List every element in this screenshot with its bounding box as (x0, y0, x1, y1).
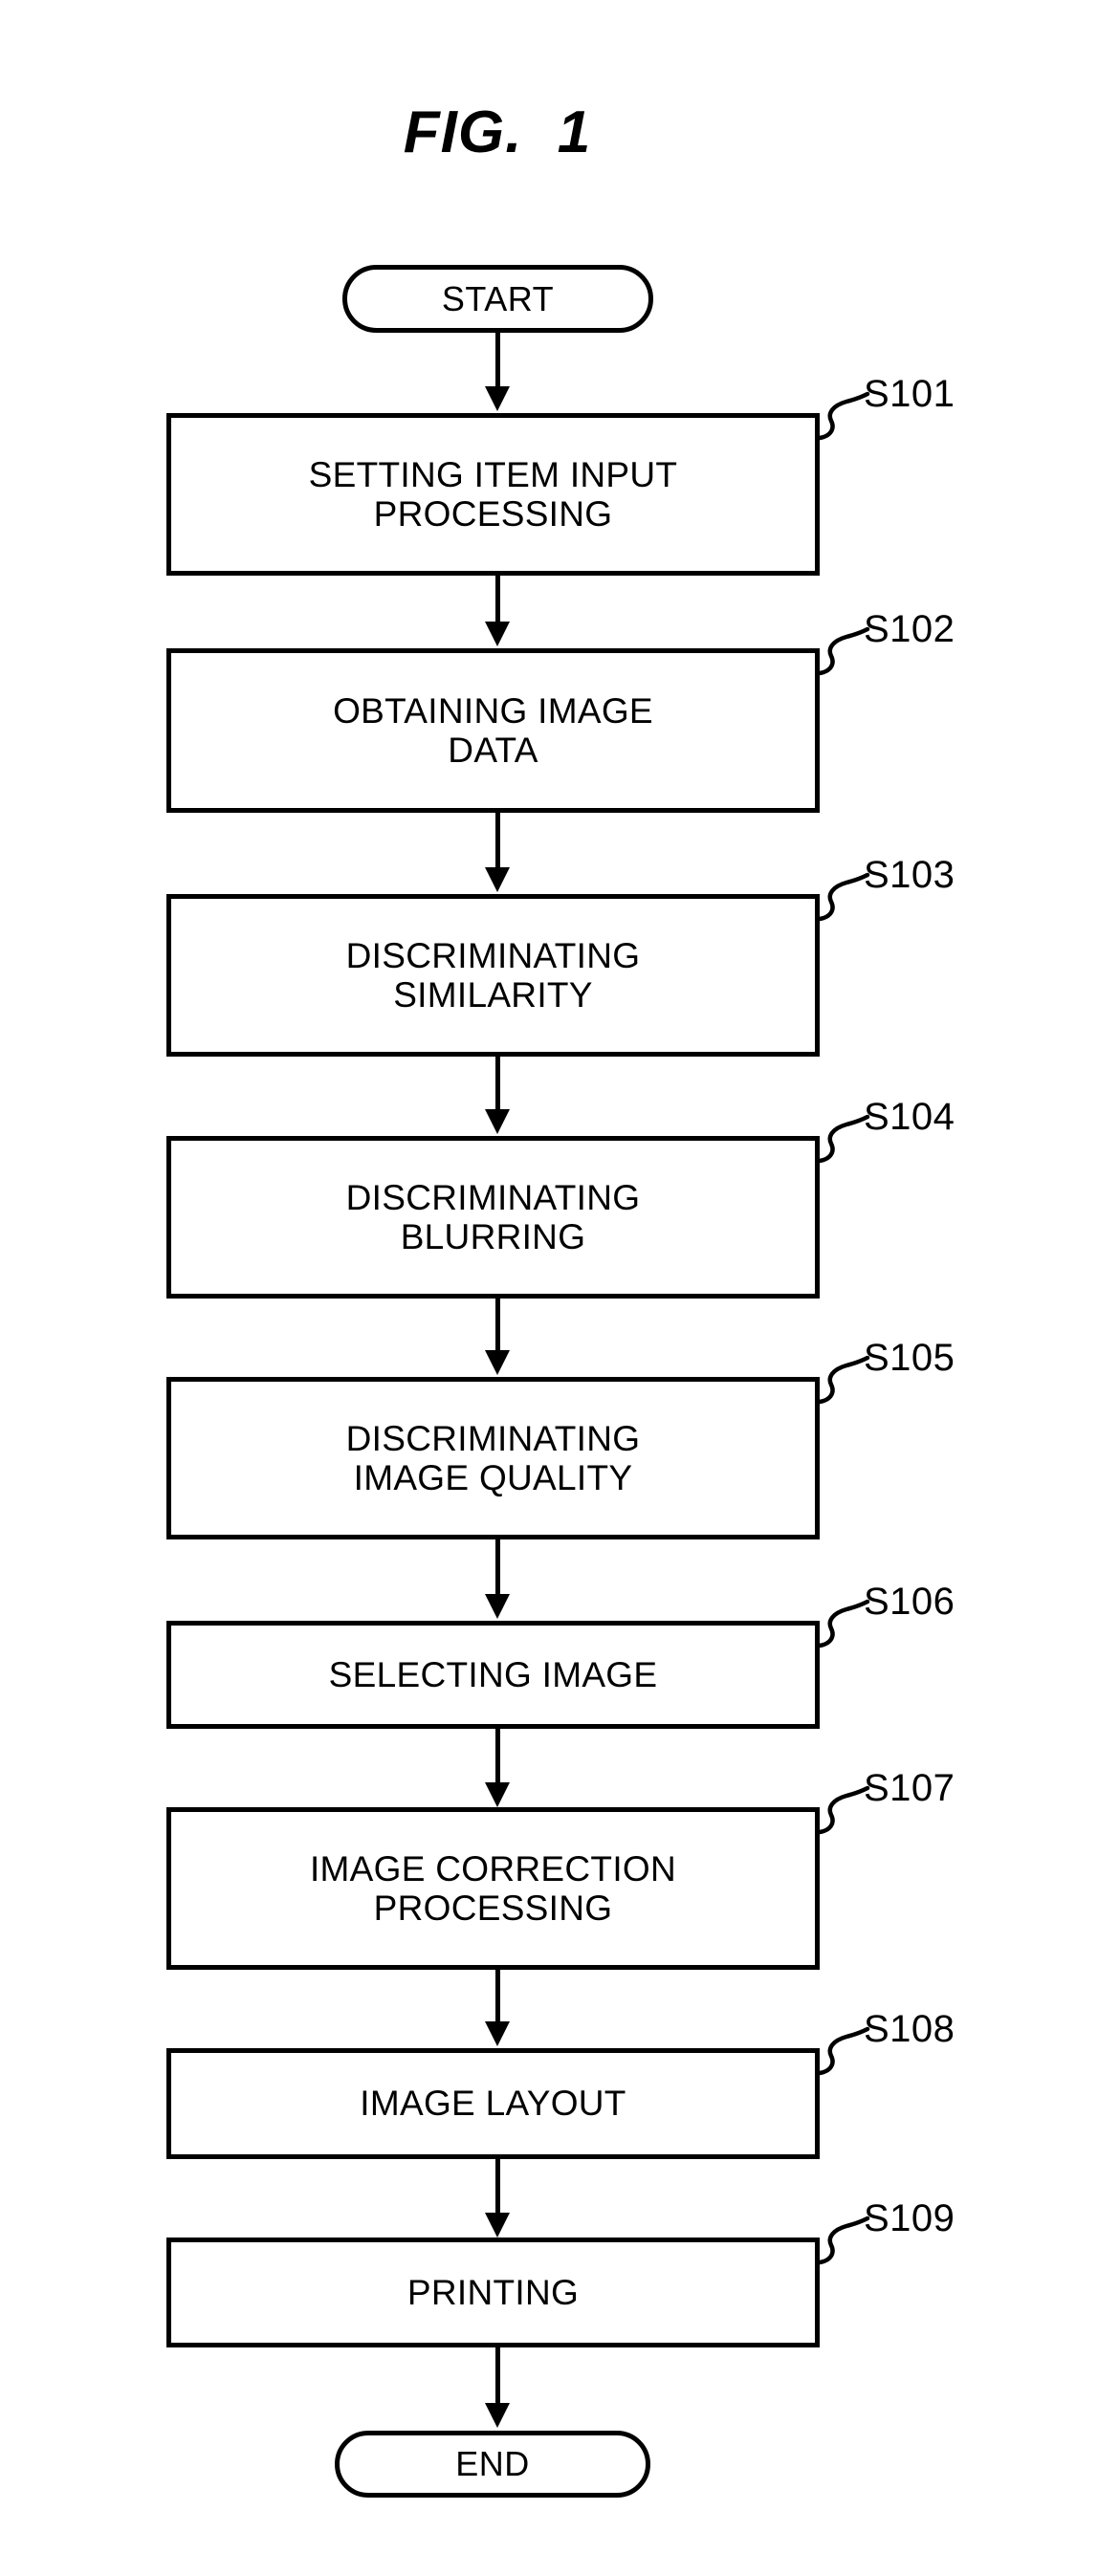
flow-start-terminator: START (342, 265, 653, 333)
connector-s108-to-s109 (495, 2159, 500, 2215)
arrowhead-s104-to-s105 (485, 1350, 510, 1375)
step-ref-s101: S101 (864, 373, 955, 415)
arrowhead-s108-to-s109 (485, 2213, 510, 2238)
connector-s104-to-s105 (495, 1299, 500, 1352)
step-ref-s105: S105 (864, 1337, 955, 1379)
flow-end-label: END (455, 2444, 530, 2483)
process-label-s108: IMAGE LAYOUT (360, 2084, 626, 2124)
process-label-s109: PRINTING (406, 2272, 580, 2312)
arrowhead-s102-to-s103 (485, 867, 510, 892)
step-ref-s103: S103 (864, 854, 955, 896)
process-box-s109: PRINTING (166, 2238, 820, 2347)
step-ref-s104: S104 (864, 1096, 955, 1138)
process-box-s101: SETTING ITEM INPUT PROCESSING (166, 413, 820, 576)
connector-s106-to-s107 (495, 1729, 500, 1784)
process-label-s107: IMAGE CORRECTION PROCESSING (309, 1848, 677, 1928)
connector-s109-to-end (495, 2347, 500, 2405)
figure-page: FIG. 1 START SETTING ITEM INPUT PROCESSI… (0, 0, 1120, 2576)
process-label-s104: DISCRIMINATING BLURRING (345, 1177, 641, 1256)
connector-s101-to-s102 (495, 576, 500, 623)
arrowhead-s103-to-s104 (485, 1109, 510, 1134)
process-box-s104: DISCRIMINATING BLURRING (166, 1136, 820, 1299)
connector-s103-to-s104 (495, 1057, 500, 1111)
arrowhead-start-to-s101 (485, 386, 510, 411)
step-ref-s107: S107 (864, 1767, 955, 1809)
arrowhead-s107-to-s108 (485, 2021, 510, 2046)
connector-s107-to-s108 (495, 1970, 500, 2023)
arrowhead-s109-to-end (485, 2403, 510, 2428)
step-ref-s106: S106 (864, 1581, 955, 1623)
process-label-s103: DISCRIMINATING SIMILARITY (345, 935, 641, 1015)
process-label-s106: SELECTING IMAGE (328, 1654, 658, 1694)
connector-start-to-s101 (495, 333, 500, 388)
arrowhead-s106-to-s107 (485, 1782, 510, 1807)
step-ref-s109: S109 (864, 2197, 955, 2239)
process-box-s105: DISCRIMINATING IMAGE QUALITY (166, 1377, 820, 1539)
arrowhead-s101-to-s102 (485, 622, 510, 646)
connector-s102-to-s103 (495, 813, 500, 869)
flow-start-label: START (441, 278, 555, 318)
process-box-s103: DISCRIMINATING SIMILARITY (166, 894, 820, 1057)
connector-s105-to-s106 (495, 1539, 500, 1596)
process-box-s102: OBTAINING IMAGE DATA (166, 648, 820, 813)
process-box-s106: SELECTING IMAGE (166, 1621, 820, 1729)
step-ref-s108: S108 (864, 2008, 955, 2050)
flow-end-terminator: END (335, 2431, 650, 2498)
process-label-s101: SETTING ITEM INPUT PROCESSING (308, 454, 678, 534)
process-box-s108: IMAGE LAYOUT (166, 2048, 820, 2159)
step-ref-s102: S102 (864, 608, 955, 650)
figure-title: FIG. 1 (403, 99, 592, 165)
process-label-s102: OBTAINING IMAGE DATA (333, 690, 653, 770)
process-label-s105: DISCRIMINATING IMAGE QUALITY (345, 1418, 641, 1497)
arrowhead-s105-to-s106 (485, 1594, 510, 1619)
process-box-s107: IMAGE CORRECTION PROCESSING (166, 1807, 820, 1970)
